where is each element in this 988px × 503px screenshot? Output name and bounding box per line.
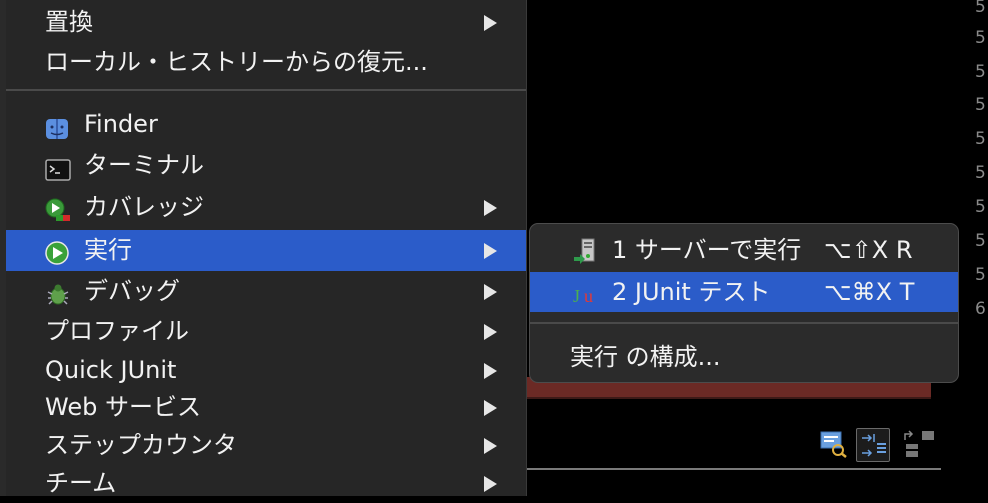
run-submenu: 1 サーバーで実行 ⌥⇧X R J u 2 JUnit テスト ⌥⌘X T 実行… xyxy=(529,223,959,383)
link-with-editor-icon[interactable] xyxy=(856,428,890,462)
line-number: 5 xyxy=(975,0,986,17)
server-run-icon xyxy=(572,238,598,264)
line-number: 6 xyxy=(975,299,986,319)
submenu-arrow-icon xyxy=(484,476,497,492)
menu-item-label: ローカル・ヒストリーからの復元... xyxy=(45,48,428,76)
line-number: 5 xyxy=(975,129,986,149)
submenu-item-label: 1 サーバーで実行 xyxy=(612,236,802,264)
submenu-separator xyxy=(530,322,958,324)
submenu-arrow-icon xyxy=(484,200,497,216)
menu-item-label: Web サービス xyxy=(45,393,201,421)
submenu-item-run-on-server[interactable]: 1 サーバーで実行 ⌥⇧X R xyxy=(530,230,958,270)
submenu-arrow-icon xyxy=(484,438,497,454)
menu-item-finder[interactable]: Finder xyxy=(6,104,526,144)
menu-separator xyxy=(6,89,526,91)
menu-item-label: ターミナル xyxy=(84,151,204,179)
submenu-item-junit-test[interactable]: J u 2 JUnit テスト ⌥⌘X T xyxy=(530,272,958,312)
context-menu: 置換 ローカル・ヒストリーからの復元... Finder ターミナル カバレッジ… xyxy=(6,0,527,497)
keyboard-shortcut: ⌥⌘X T xyxy=(824,278,915,306)
menu-item-web-services[interactable]: Web サービス xyxy=(6,387,526,427)
line-number: 5 xyxy=(975,265,986,285)
collapse-all-icon[interactable] xyxy=(902,428,934,460)
submenu-item-label: 実行 の構成... xyxy=(570,343,721,371)
terminal-icon xyxy=(45,154,71,181)
svg-text:J: J xyxy=(573,286,580,306)
panel-divider xyxy=(527,468,941,470)
svg-text:u: u xyxy=(584,286,593,306)
line-number: 5 xyxy=(975,62,986,82)
menu-item-label: 実行 xyxy=(84,236,132,264)
menu-item-label: カバレッジ xyxy=(84,193,204,221)
menu-item-label: Finder xyxy=(84,110,158,138)
line-number: 5 xyxy=(975,231,986,251)
menu-item-step-counter[interactable]: ステップカウンタ xyxy=(6,425,526,465)
submenu-item-run-configurations[interactable]: 実行 の構成... xyxy=(530,337,958,377)
menu-item-label: プロファイル xyxy=(45,317,189,345)
coverage-icon xyxy=(45,196,70,221)
submenu-arrow-icon xyxy=(484,363,497,379)
menu-item-label: ステップカウンタ xyxy=(45,431,237,459)
menu-item-terminal[interactable]: ターミナル xyxy=(6,145,526,185)
menu-item-label: 置換 xyxy=(45,8,93,36)
line-number: 5 xyxy=(975,197,986,217)
line-number: 5 xyxy=(975,163,986,183)
debug-bug-icon xyxy=(45,280,69,305)
line-number: 5 xyxy=(975,95,986,115)
submenu-arrow-icon xyxy=(484,324,497,340)
menu-item-coverage[interactable]: カバレッジ xyxy=(6,187,526,227)
submenu-arrow-icon xyxy=(484,15,497,31)
menu-item-team[interactable]: チーム xyxy=(6,463,526,503)
run-icon xyxy=(45,239,69,265)
submenu-arrow-icon xyxy=(484,284,497,300)
submenu-item-label: 2 JUnit テスト xyxy=(612,278,771,306)
console-search-icon[interactable] xyxy=(818,428,850,460)
menu-item-run[interactable]: 実行 xyxy=(6,230,526,271)
finder-icon xyxy=(45,113,69,139)
junit-icon: J u xyxy=(572,280,598,306)
menu-item-label: チーム xyxy=(45,469,117,497)
menu-item-debug[interactable]: デバッグ xyxy=(6,271,526,311)
menu-item-quick-junit[interactable]: Quick JUnit xyxy=(6,350,526,390)
menu-item-replace[interactable]: 置換 xyxy=(6,2,526,42)
line-number: 5 xyxy=(975,28,986,48)
submenu-arrow-icon xyxy=(484,243,497,259)
submenu-arrow-icon xyxy=(484,400,497,416)
menu-item-label: Quick JUnit xyxy=(45,356,177,384)
menu-item-profile[interactable]: プロファイル xyxy=(6,311,526,351)
menu-item-restore-local-history[interactable]: ローカル・ヒストリーからの復元... xyxy=(6,42,526,82)
menu-item-label: デバッグ xyxy=(84,277,180,305)
keyboard-shortcut: ⌥⇧X R xyxy=(824,236,913,264)
